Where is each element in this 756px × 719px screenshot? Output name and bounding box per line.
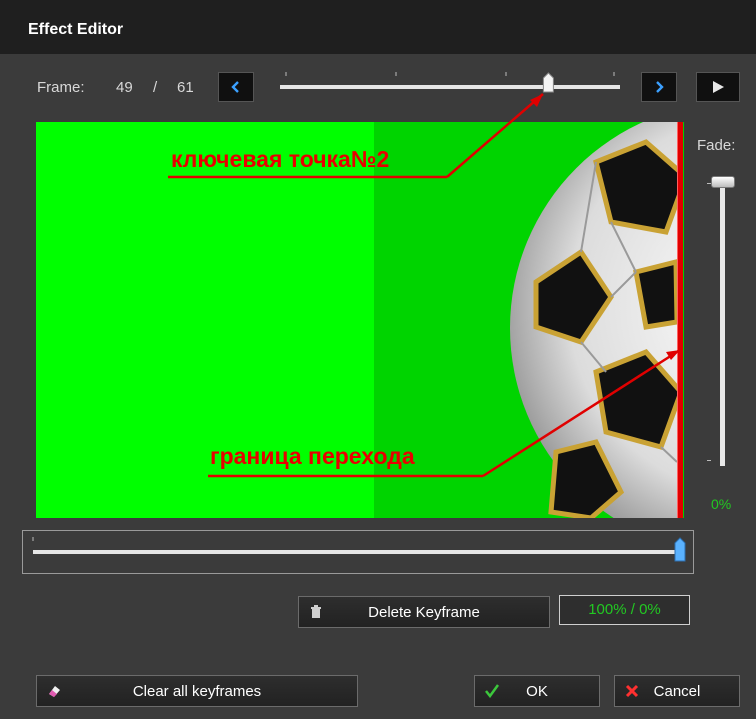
delete-keyframe-button[interactable]: Delete Keyframe [298, 596, 550, 628]
chevron-left-icon [231, 81, 239, 93]
transition-slider[interactable] [23, 531, 693, 573]
annotation-boundary: граница перехода [210, 443, 415, 469]
fade-tick-bottom [707, 460, 711, 461]
frame-slider[interactable] [280, 70, 620, 104]
fade-slider-thumb[interactable] [711, 176, 735, 188]
frame-total: 61 [177, 79, 194, 96]
transition-slider-panel [22, 530, 694, 574]
eraser-icon [49, 686, 60, 697]
frame-separator: / [153, 79, 158, 96]
next-frame-button[interactable] [641, 72, 677, 102]
clear-all-keyframes-button[interactable]: Clear all keyframes [36, 675, 358, 707]
cancel-button[interactable]: Cancel [614, 675, 740, 707]
transition-slider-thumb[interactable] [674, 537, 686, 562]
frame-slider-thumb[interactable] [542, 72, 554, 93]
play-icon [713, 81, 724, 93]
fade-slider-track[interactable] [720, 186, 725, 466]
delete-keyframe-label: Delete Keyframe [368, 603, 480, 621]
ratio-display: 100% / 0% [559, 595, 690, 625]
chevron-right-icon [656, 81, 664, 93]
effect-editor-window: Effect Editor Frame: 49 / 61 ключевая то… [0, 0, 756, 719]
annotation-keypoint: ключевая точка№2 [171, 146, 390, 172]
frame-current: 49 [116, 79, 133, 96]
window-title: Effect Editor [28, 21, 124, 38]
trash-icon [311, 605, 321, 618]
checkmark-icon [485, 684, 499, 698]
fade-value: 0% [711, 496, 732, 512]
clear-all-keyframes-label: Clear all keyframes [132, 682, 262, 700]
ok-button[interactable]: OK [474, 675, 600, 707]
previous-frame-button[interactable] [218, 72, 254, 102]
play-button[interactable] [696, 72, 740, 102]
title-bar: Effect Editor [0, 0, 756, 54]
fade-label: Fade: [697, 137, 736, 154]
frame-label: Frame: [37, 79, 85, 96]
close-icon [625, 684, 639, 698]
transition-boundary-line[interactable] [677, 122, 683, 518]
